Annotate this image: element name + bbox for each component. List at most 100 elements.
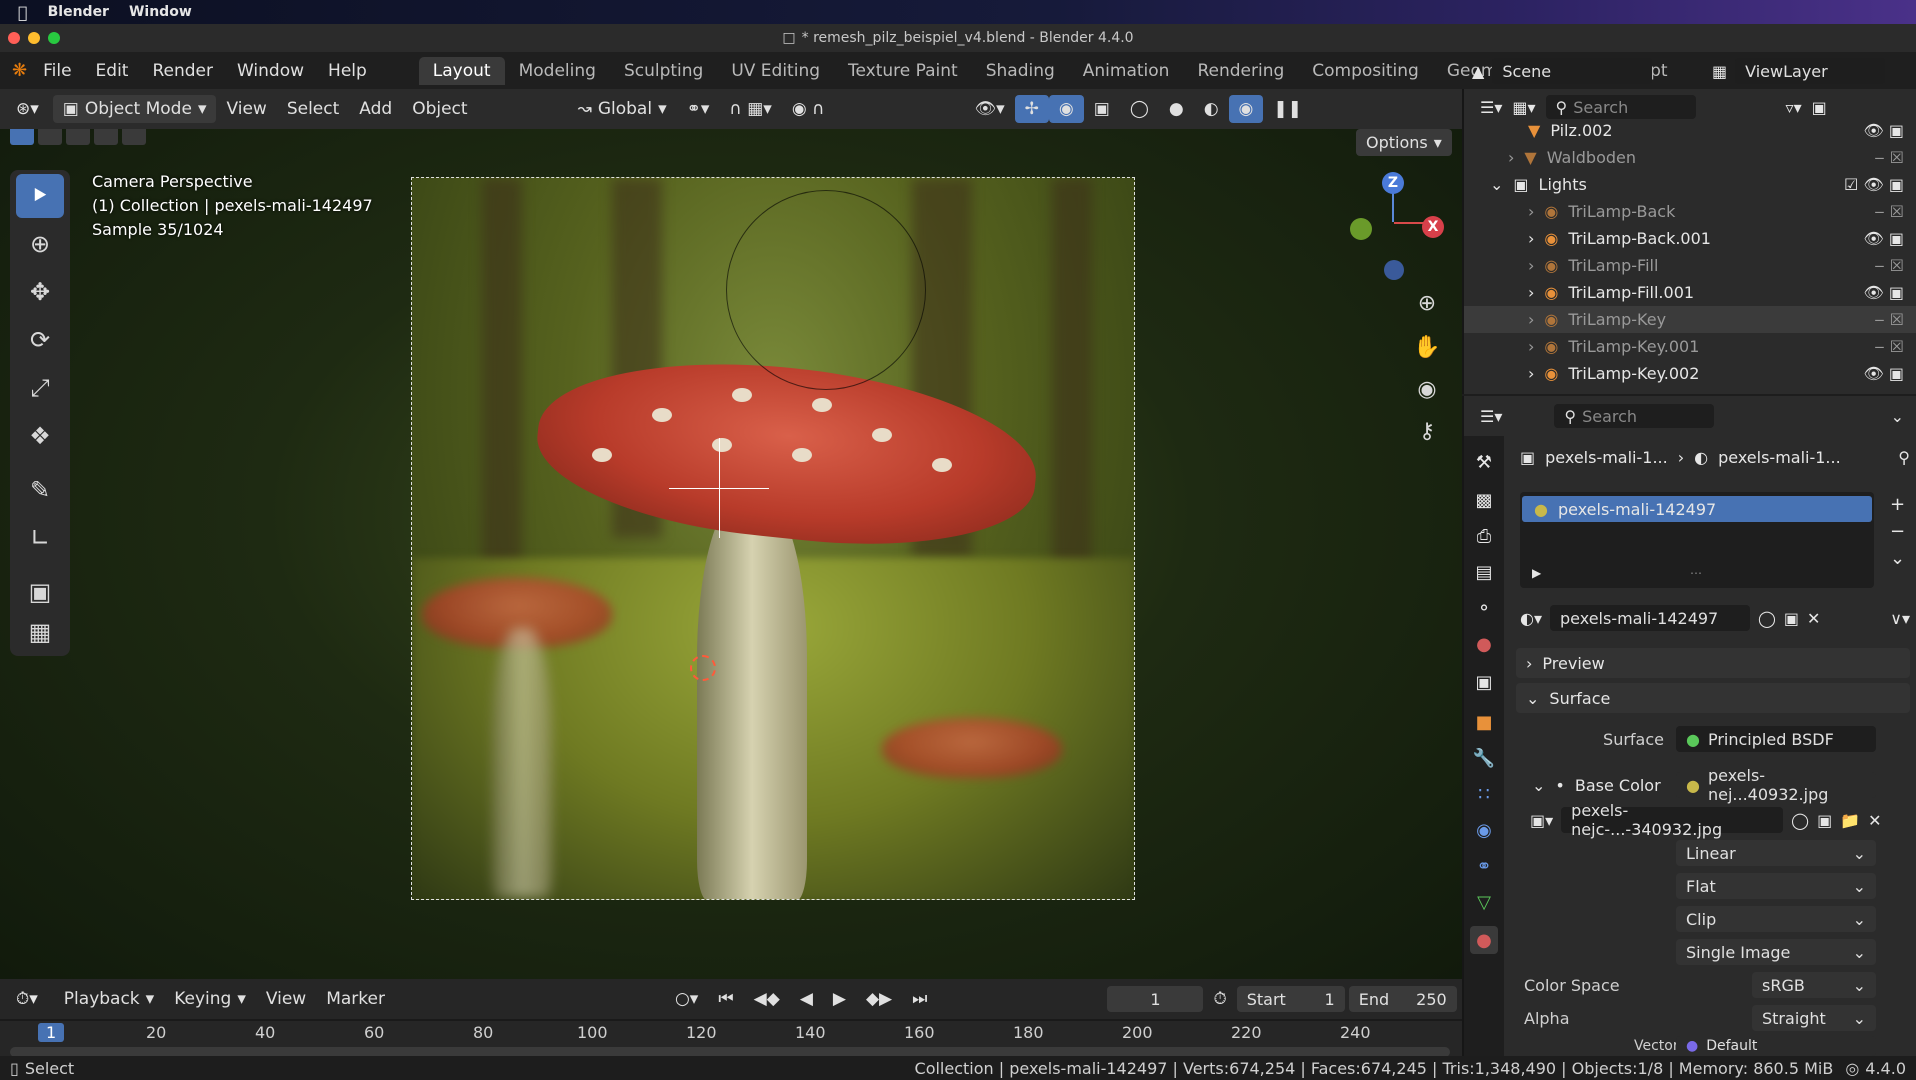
editor-type-icon[interactable]: ⊛▾ — [16, 99, 39, 119]
jump-start-icon[interactable]: ⏮ — [708, 985, 743, 1013]
outliner-row[interactable]: › ◉ TriLamp-Back.001 👁 ▣ — [1464, 225, 1916, 252]
world-tab-icon[interactable]: ● — [1470, 630, 1498, 658]
pan-hand-icon[interactable]: ✋ — [1410, 330, 1444, 364]
tab-uv-editing[interactable]: UV Editing — [717, 57, 834, 85]
transform-tool-icon[interactable]: ❖ — [16, 414, 64, 458]
lock-camera-icon[interactable]: ⚷ — [1410, 414, 1444, 448]
play-icon[interactable]: ▶ — [823, 985, 856, 1013]
options-dropdown[interactable]: Options ▾ — [1356, 129, 1452, 156]
viewlayer-field[interactable]: ViewLayer — [1735, 58, 1886, 84]
playhead[interactable]: 1 — [38, 1023, 65, 1042]
fake-user-icon[interactable]: ◯ — [1791, 811, 1809, 830]
outliner-collection-row[interactable]: ⌄ ▣ Lights ☑ 👁 ▣ — [1464, 171, 1916, 198]
navigation-gizmo[interactable]: Z X — [1320, 170, 1444, 290]
close-window-button[interactable] — [8, 32, 20, 44]
window-menu[interactable]: Window — [129, 4, 192, 20]
outliner-row[interactable]: › ▼ Waldboden ‒ ☒ — [1464, 144, 1916, 171]
unlink-icon[interactable]: ✕ — [1807, 609, 1820, 628]
eye-hidden-icon[interactable]: ‒ ☒ — [1874, 202, 1904, 221]
tab-texture-paint[interactable]: Texture Paint — [834, 57, 972, 85]
source-dropdown[interactable]: Single Image ⌄ — [1676, 939, 1876, 965]
outliner-row[interactable]: › ◉ TriLamp-Key ‒ ☒ — [1464, 306, 1916, 333]
eye-hidden-icon[interactable]: ‒ ☒ — [1874, 256, 1904, 275]
gizmo-toggle-icon[interactable]: ✢ — [1014, 95, 1049, 123]
remove-slot-icon[interactable]: − — [1890, 521, 1905, 542]
menu-select[interactable]: Select — [277, 95, 349, 123]
expand-icon[interactable]: › — [1528, 364, 1534, 383]
pin-icon[interactable]: ⚲ — [1898, 448, 1910, 467]
select-extend-icon[interactable] — [38, 129, 62, 145]
collapse-icon[interactable]: ⌄ — [1532, 776, 1545, 795]
material-slot[interactable]: ● pexels-mali-142497 — [1522, 496, 1872, 522]
eye-icon[interactable]: 👁 ▣ — [1863, 229, 1904, 248]
pivot-icon[interactable]: ⚭▾ — [677, 95, 720, 123]
tab-animation[interactable]: Animation — [1069, 57, 1184, 85]
pause-render-icon[interactable]: ❚❚ — [1263, 95, 1312, 123]
tool-tab-icon[interactable]: ⚒ — [1470, 448, 1498, 476]
material-shading-icon[interactable]: ◐ — [1194, 95, 1229, 123]
menu-add[interactable]: Add — [349, 95, 402, 123]
expand-icon[interactable]: › — [1528, 256, 1534, 275]
mode-dropdown[interactable]: ▣ Object Mode ▾ — [52, 95, 217, 123]
snap-icon[interactable]: ∩ ▦▾ — [719, 95, 781, 123]
start-frame-field[interactable]: Start 1 — [1236, 986, 1345, 1012]
expand-icon[interactable]: › — [1528, 283, 1534, 302]
eye-icon[interactable]: 👁 ▣ — [1863, 121, 1904, 140]
transform-orientation-dropdown[interactable]: ↝ Global ▾ — [568, 95, 677, 123]
add-object-tool-icon[interactable]: ▦ — [16, 610, 64, 654]
output-tab-icon[interactable]: ⎙ — [1470, 522, 1498, 550]
measure-tool-icon[interactable]: ∟ — [16, 516, 64, 560]
annotate-tool-icon[interactable]: ✎ — [16, 468, 64, 512]
duplicate-icon[interactable]: ▣ — [1817, 811, 1832, 830]
collection-tab-icon[interactable]: ▣ — [1470, 668, 1498, 696]
material-tab-icon[interactable]: ● — [1470, 926, 1498, 954]
filter-icon[interactable]: ▿▾ — [1786, 98, 1802, 117]
properties-editor-icon[interactable]: ☰▾ — [1480, 407, 1502, 426]
select-invert-icon[interactable] — [94, 129, 118, 145]
apple-icon[interactable]:  — [18, 3, 28, 22]
zoom-icon[interactable]: ⊕ — [1410, 286, 1444, 320]
base-color-texture-field[interactable]: ● pexels-nej...40932.jpg — [1676, 766, 1876, 804]
modifier-tab-icon[interactable]: 🔧 — [1470, 744, 1498, 772]
app-menu[interactable]: Blender — [48, 4, 109, 20]
wireframe-shading-icon[interactable]: ◯ — [1120, 95, 1159, 123]
tab-layout[interactable]: Layout — [418, 56, 505, 85]
neg-z-axis-icon[interactable] — [1384, 260, 1404, 280]
minimize-window-button[interactable] — [28, 32, 40, 44]
outliner-row[interactable]: › ◉ TriLamp-Key.001 ‒ ☒ — [1464, 333, 1916, 360]
particles-tab-icon[interactable]: ∷ — [1470, 780, 1498, 808]
menu-window[interactable]: Window — [225, 61, 316, 81]
tab-rendering[interactable]: Rendering — [1183, 57, 1298, 85]
expand-icon[interactable]: › — [1528, 229, 1534, 248]
eye-hidden-icon[interactable]: ‒ ☒ — [1874, 148, 1904, 167]
3d-cursor-icon[interactable] — [690, 655, 716, 681]
auto-keying-icon[interactable]: ○▾ — [665, 985, 708, 1013]
surface-panel-header[interactable]: ⌄ Surface — [1516, 683, 1910, 713]
move-tool-icon[interactable]: ✥ — [16, 270, 64, 314]
keying-menu[interactable]: Keying ▾ — [164, 985, 256, 1013]
alpha-dropdown[interactable]: Straight ⌄ — [1752, 1005, 1876, 1031]
tab-compositing[interactable]: Compositing — [1298, 57, 1433, 85]
slot-menu-icon[interactable]: ⌄ — [1890, 548, 1905, 569]
tab-shading[interactable]: Shading — [972, 57, 1069, 85]
chevron-down-icon[interactable]: ⌄ — [1891, 407, 1904, 426]
menu-render[interactable]: Render — [140, 61, 225, 81]
outliner-row[interactable]: › ◉ TriLamp-Back ‒ ☒ — [1464, 198, 1916, 225]
material-browse-icon[interactable]: ◐▾ — [1520, 609, 1542, 628]
surface-shader-field[interactable]: ● Principled BSDF — [1676, 726, 1876, 752]
resize-handle-icon[interactable]: ⋯ — [1690, 566, 1702, 580]
expand-icon[interactable]: › — [1528, 337, 1534, 356]
eye-hidden-icon[interactable]: ‒ ☒ — [1874, 310, 1904, 329]
interpolation-dropdown[interactable]: Linear ⌄ — [1676, 840, 1876, 866]
properties-search[interactable]: ⚲ Search — [1554, 404, 1715, 428]
menu-file[interactable]: File — [31, 61, 83, 81]
node-tree-icon[interactable]: ∨▾ — [1890, 609, 1910, 628]
solid-shading-icon[interactable]: ● — [1159, 95, 1194, 123]
menu-view[interactable]: View — [216, 95, 276, 123]
eye-icon[interactable]: 👁 ▣ — [1863, 283, 1904, 302]
playback-menu[interactable]: Playback ▾ — [54, 985, 164, 1013]
scene-tab-icon[interactable]: ⚬ — [1470, 594, 1498, 622]
eye-icon[interactable]: ☑ 👁 ▣ — [1844, 175, 1904, 194]
eye-icon[interactable]: 👁 ▣ — [1863, 364, 1904, 383]
play-reverse-icon[interactable]: ◀ — [790, 985, 823, 1013]
